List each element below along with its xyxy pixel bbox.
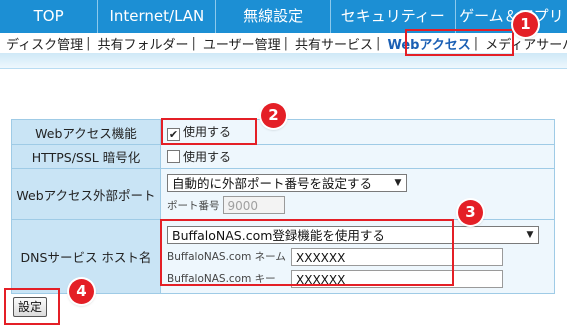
sub-navigation: ディスク管理 | 共有フォルダー | ユーザー管理 | 共有サービス | Webアクセス…	[0, 33, 567, 53]
row-https-ssl: HTTPS/SSL 暗号化 使用する	[11, 144, 555, 169]
top-navigation: TOP Internet/LAN 無線設定 セキュリティー ゲーム＆アプリ	[0, 0, 567, 33]
port-number-field[interactable]: 9000	[222, 196, 285, 214]
https-ssl-label: HTTPS/SSL 暗号化	[11, 144, 161, 169]
buffalonas-key-field[interactable]: XXXXXX	[291, 269, 503, 288]
https-ssl-cell: 使用する	[160, 144, 555, 169]
https-ssl-checkbox-label[interactable]: 使用する	[183, 150, 231, 164]
subnav-user-management[interactable]: ユーザー管理	[197, 34, 283, 53]
tab-top[interactable]: TOP	[0, 0, 99, 33]
web-access-checkbox-label[interactable]: 使用する	[183, 125, 231, 139]
web-access-cell: ✔ 使用する	[160, 119, 555, 145]
subnav-shared-services[interactable]: 共有サービス	[289, 34, 375, 53]
save-settings-button[interactable]: 設定	[13, 297, 47, 317]
tab-wireless[interactable]: 無線設定	[216, 0, 331, 33]
dns-service-select-value: BuffaloNAS.com登録機能を使用する	[172, 227, 385, 243]
badge-step-1: 1	[513, 12, 538, 37]
web-access-label: Webアクセス機能	[11, 119, 161, 145]
web-access-checkbox[interactable]: ✔	[167, 128, 180, 141]
buffalonas-name-field[interactable]: XXXXXX	[291, 247, 503, 266]
subnav-disk-management[interactable]: ディスク管理	[0, 34, 85, 53]
dns-service-select[interactable]: BuffaloNAS.com登録機能を使用する ▼	[167, 225, 539, 244]
subnav-band	[0, 53, 567, 69]
external-port-select-value: 自動的に外部ポート番号を設定する	[172, 176, 373, 191]
badge-step-4: 4	[69, 279, 94, 304]
buffalonas-key-label: BuffaloNAS.com キー	[167, 273, 276, 285]
external-port-label: Webアクセス外部ポート	[11, 168, 161, 220]
badge-step-3: 3	[458, 200, 483, 225]
dns-cell: BuffaloNAS.com登録機能を使用する ▼ BuffaloNAS.com…	[160, 219, 555, 294]
badge-step-2: 2	[261, 103, 286, 128]
subnav-shared-folders[interactable]: 共有フォルダー	[91, 34, 190, 53]
subnav-web-access[interactable]: Webアクセス	[381, 34, 472, 53]
chevron-down-icon[interactable]: ▼	[390, 175, 406, 191]
port-number-label: ポート番号	[167, 199, 220, 212]
buffalonas-name-label: BuffaloNAS.com ネーム	[167, 251, 286, 263]
external-port-select[interactable]: 自動的に外部ポート番号を設定する ▼	[167, 174, 407, 192]
external-port-cell: 自動的に外部ポート番号を設定する ▼ ポート番号 9000	[160, 168, 555, 220]
chevron-down-icon[interactable]: ▼	[522, 227, 538, 243]
tab-internet-lan[interactable]: Internet/LAN	[98, 0, 217, 33]
row-dns: DNSサービス ホスト名 BuffaloNAS.com登録機能を使用する ▼ B…	[11, 219, 555, 294]
tab-game-apps[interactable]: ゲーム＆アプリ	[456, 0, 567, 33]
https-ssl-checkbox[interactable]	[167, 150, 180, 163]
tab-security[interactable]: セキュリティー	[331, 0, 456, 33]
